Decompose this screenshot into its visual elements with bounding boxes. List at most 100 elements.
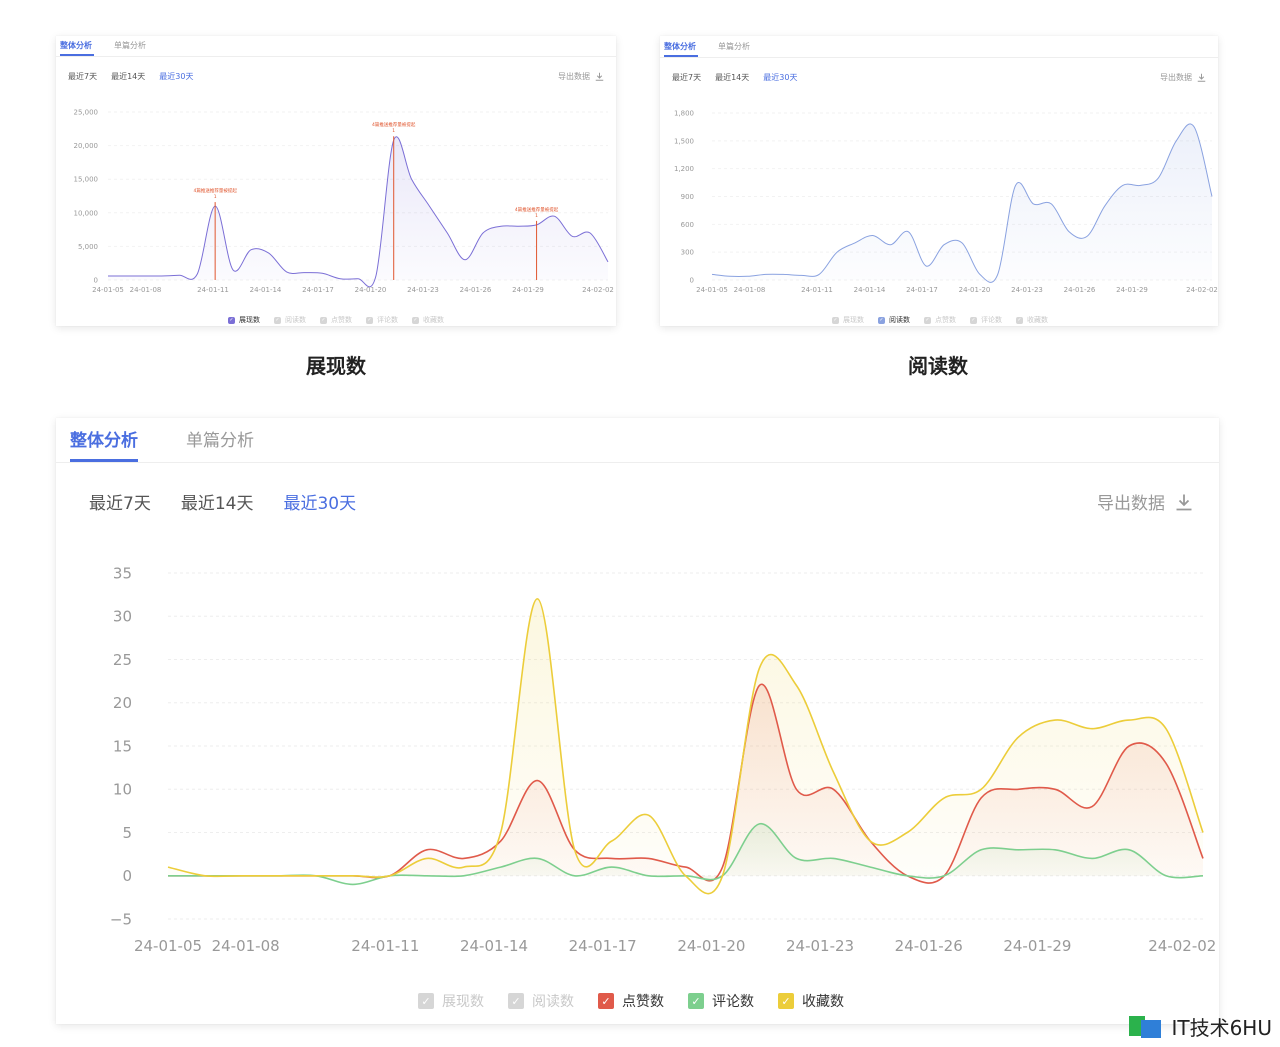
x-tick-label: 24-01-05 — [92, 286, 124, 294]
x-tick-label: 24-02-02 — [582, 286, 614, 294]
checkbox-icon[interactable]: ✓ — [1016, 316, 1023, 324]
legend-item[interactable]: ✓ 收藏数 — [412, 315, 444, 325]
x-tick-label: 24-01-08 — [212, 937, 280, 955]
checkbox-icon[interactable]: ✓ — [878, 316, 885, 324]
x-tick-label: 24-01-17 — [906, 286, 938, 294]
tab-single[interactable]: 单篇分析 — [186, 426, 254, 451]
x-tick-label: 24-01-20 — [677, 937, 745, 955]
export-button[interactable]: 导出数据 — [1097, 489, 1193, 514]
y-tick-label: 1,500 — [674, 137, 694, 145]
reads-card: 整体分析 单篇分析 最近7天 最近14天 最近30天 导出数据 0 300 600 9… — [660, 36, 1218, 326]
x-tick-label: 24-01-23 — [407, 286, 439, 294]
checkbox-icon[interactable]: ✓ — [228, 316, 235, 324]
legend-item[interactable]: ✓ 点赞数 — [924, 315, 956, 325]
y-tick-label: −5 — [110, 910, 132, 928]
checkbox-icon[interactable]: ✓ — [274, 316, 281, 324]
y-tick-label: 20 — [113, 694, 132, 712]
legend-item[interactable]: ✓ 点赞数 — [320, 315, 352, 325]
tab-single[interactable]: 单篇分析 — [718, 41, 750, 52]
x-tick-label: 24-01-20 — [959, 286, 991, 294]
reads-chart: 0 300 600 900 1,200 1,500 1,800 24-01-05 24-01-0… — [674, 109, 1218, 294]
x-tick-label: 24-01-29 — [1116, 286, 1148, 294]
checkbox-icon[interactable]: ✓ — [598, 993, 614, 1009]
legend-label: 阅读数 — [285, 316, 306, 324]
watermark-logo-icon — [1129, 1015, 1162, 1038]
legend: ✓ 展现数 ✓ 阅读数 ✓ 点赞数 ✓ 评论数 ✓ 收藏数 — [832, 315, 1062, 325]
legend-label: 阅读数 — [532, 994, 574, 1010]
legend-label: 收藏数 — [802, 994, 844, 1010]
tabs-divider — [56, 462, 1219, 463]
y-tick-label: 0 — [94, 276, 98, 284]
annotation-label: 4篇推送推荐量被提起 — [193, 187, 237, 194]
legend-item[interactable]: ✓ 点赞数 — [598, 991, 664, 1011]
checkbox-icon[interactable]: ✓ — [970, 316, 977, 324]
impressions-chart: 0 5,000 10,000 15,000 20,000 25,000 24-01-05 24… — [74, 108, 614, 294]
legend-item[interactable]: ✓ 展现数 — [418, 991, 484, 1011]
checkbox-icon[interactable]: ✓ — [418, 993, 434, 1009]
checkbox-icon[interactable]: ✓ — [412, 316, 419, 324]
y-tick-label: 1,200 — [674, 165, 694, 173]
y-tick-label: 25,000 — [74, 108, 99, 116]
checkbox-icon[interactable]: ✓ — [924, 316, 931, 324]
legend-item[interactable]: ✓ 阅读数 — [878, 315, 910, 325]
legend-label: 点赞数 — [331, 316, 352, 324]
x-tick-label: 24-01-20 — [355, 286, 387, 294]
checkbox-icon[interactable]: ✓ — [778, 993, 794, 1009]
legend-label: 点赞数 — [622, 994, 664, 1010]
x-tick-label: 24-01-23 — [786, 937, 854, 955]
legend: ✓ 展现数 ✓ 阅读数 ✓ 点赞数 ✓ 评论数 ✓ 收藏数 — [228, 315, 458, 325]
y-tick-label: 900 — [681, 193, 694, 201]
range-30d[interactable]: 最近30天 — [283, 489, 356, 514]
tab-overall[interactable]: 整体分析 — [70, 426, 138, 451]
x-tick-label: 24-01-14 — [250, 286, 282, 294]
legend-label: 点赞数 — [935, 316, 956, 324]
legend-label: 评论数 — [981, 316, 1002, 324]
watermark-text: IT技术6HU — [1171, 1016, 1272, 1040]
y-tick-label: 15 — [113, 737, 132, 755]
x-tick-label: 24-01-11 — [197, 286, 229, 294]
range-14d[interactable]: 最近14天 — [181, 489, 254, 514]
legend-item[interactable]: ✓ 阅读数 — [274, 315, 306, 325]
legend-item[interactable]: ✓ 展现数 — [228, 315, 260, 325]
legend-item[interactable]: ✓ 展现数 — [832, 315, 864, 325]
y-tick-label: 30 — [113, 608, 132, 626]
engagement-chart: −5 0 5 10 15 20 25 30 35 24-01-05 24-01-08 24-01-11… — [110, 564, 1216, 955]
legend-label: 展现数 — [239, 316, 260, 324]
checkbox-icon[interactable]: ✓ — [508, 993, 524, 1009]
legend-item[interactable]: ✓ 收藏数 — [1016, 315, 1048, 325]
legend-item[interactable]: ✓ 评论数 — [970, 315, 1002, 325]
x-tick-label: 24-01-08 — [130, 286, 162, 294]
checkbox-icon[interactable]: ✓ — [320, 316, 327, 324]
range-selector: 最近7天 最近14天 最近30天 — [89, 489, 356, 514]
x-tick-label: 24-01-26 — [895, 937, 963, 955]
tab-overall[interactable]: 整体分析 — [664, 41, 696, 52]
tab-single[interactable]: 单篇分析 — [114, 40, 146, 51]
y-tick-label: 5 — [122, 824, 132, 842]
x-tick-label: 24-01-17 — [569, 937, 637, 955]
legend-item[interactable]: ✓ 阅读数 — [508, 991, 574, 1011]
x-tick-label: 24-02-02 — [1148, 937, 1216, 955]
x-tick-label: 24-01-05 — [134, 937, 202, 955]
y-tick-label: 300 — [681, 249, 694, 257]
legend-item[interactable]: ✓ 收藏数 — [778, 991, 844, 1011]
tab-overall[interactable]: 整体分析 — [60, 40, 92, 51]
y-tick-label: 0 — [122, 867, 132, 885]
y-tick-label: 0 — [690, 276, 694, 284]
annotation-label: 1 — [535, 213, 538, 219]
checkbox-icon[interactable]: ✓ — [688, 993, 704, 1009]
y-tick-label: 10,000 — [74, 209, 99, 217]
legend-label: 阅读数 — [889, 316, 910, 324]
engagement-card: 整体分析 单篇分析 最近7天 最近14天 最近30天 导出数据 −5 0 5 10 15… — [56, 418, 1219, 1024]
legend-item[interactable]: ✓ 评论数 — [688, 991, 754, 1011]
checkbox-icon[interactable]: ✓ — [832, 316, 839, 324]
y-tick-label: 600 — [681, 221, 694, 229]
legend-item[interactable]: ✓ 评论数 — [366, 315, 398, 325]
annotation-label: 1 — [392, 128, 395, 134]
impressions-card: 整体分析 单篇分析 最近7天 最近14天 最近30天 导出数据 0 5,000 10… — [56, 36, 616, 326]
y-tick-label: 35 — [113, 564, 132, 582]
watermark: IT技术6HU — [1127, 1012, 1272, 1041]
checkbox-icon[interactable]: ✓ — [366, 316, 373, 324]
y-tick-label: 25 — [113, 651, 132, 669]
range-7d[interactable]: 最近7天 — [89, 489, 151, 514]
tab-bar: 整体分析 单篇分析 — [70, 426, 254, 451]
